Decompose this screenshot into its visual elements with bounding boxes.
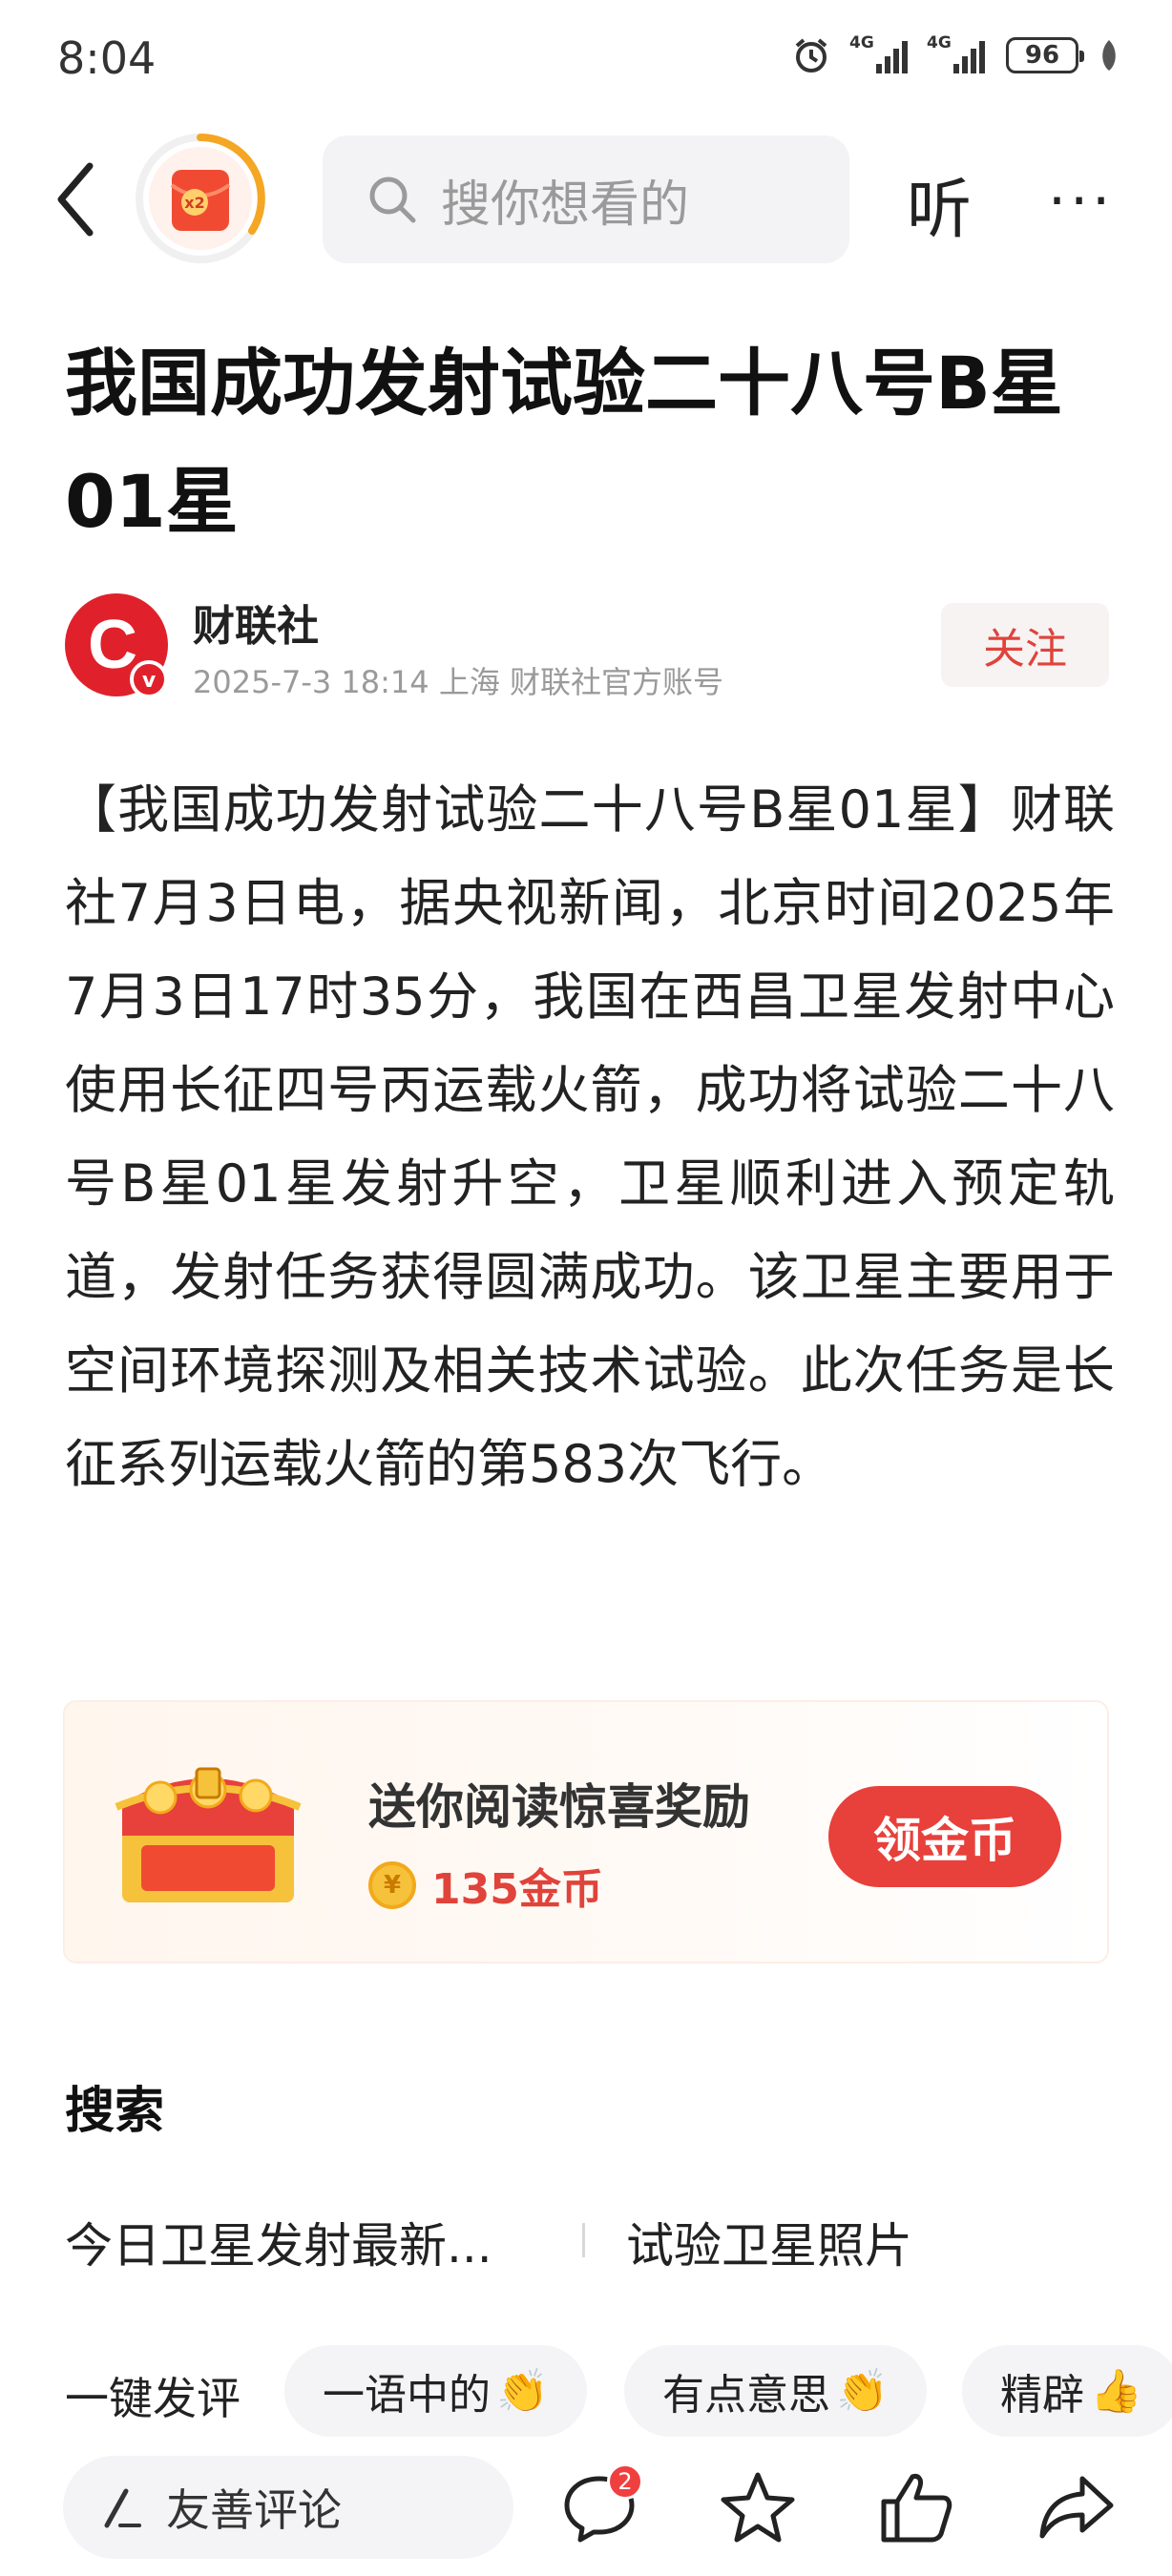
thumbs-up-icon: 👍 (1090, 2367, 1142, 2416)
search-suggestion[interactable]: 今日卫星发射最新... (65, 2208, 492, 2276)
like-icon[interactable] (876, 2467, 956, 2547)
battery-icon: 96 (1006, 37, 1084, 73)
more-button[interactable]: ··· (1048, 168, 1114, 235)
svg-text:C: C (88, 607, 137, 683)
status-bar: 8:04 4G 4G 96 (0, 0, 1172, 118)
listen-button[interactable]: 听 (907, 156, 972, 251)
coin-amount: 135金币 (431, 1865, 603, 1914)
status-time: 8:04 (57, 32, 157, 84)
search-bar[interactable]: 搜你想看的 (323, 135, 849, 263)
quick-comment-chip[interactable]: 有点意思 👏 (624, 2345, 927, 2437)
author-name[interactable]: 财联社 (193, 592, 319, 653)
signal-icon: 4G (849, 33, 908, 73)
reward-coins: ¥ 135金币 (368, 1855, 603, 1916)
reading-reward-card[interactable]: 送你阅读惊喜奖励 ¥ 135金币 领金币 (63, 1700, 1109, 1963)
reward-progress-icon[interactable]: x2 (134, 132, 267, 265)
nav-bar: x2 搜你想看的 听 ··· (0, 118, 1172, 280)
signal-icon: 4G (927, 33, 985, 73)
divider (582, 2223, 585, 2257)
star-icon[interactable] (718, 2467, 798, 2547)
coin-icon: ¥ (368, 1861, 416, 1909)
svg-text:v: v (142, 669, 157, 693)
share-icon[interactable] (1036, 2467, 1117, 2547)
article-meta: 2025-7-3 18:14 上海 财联社官方账号 (193, 664, 723, 700)
author-avatar[interactable]: C v (63, 592, 170, 698)
leaf-icon (1102, 40, 1116, 71)
search-section-title: 搜索 (65, 2083, 165, 2140)
follow-button[interactable]: 关注 (941, 603, 1109, 687)
comment-placeholder: 友善评论 (166, 2484, 342, 2536)
svg-text:x2: x2 (184, 194, 204, 212)
search-placeholder: 搜你想看的 (441, 176, 690, 234)
clap-icon: 👏 (836, 2367, 889, 2416)
article-title: 我国成功发射试验二十八号B星01星 (65, 341, 1063, 544)
back-arrow-icon[interactable] (50, 156, 107, 242)
clap-icon: 👏 (496, 2367, 549, 2416)
pen-icon (104, 2488, 141, 2528)
comment-count-badge: 2 (607, 2463, 643, 2500)
bottom-action-bar: 友善评论 2 (0, 2442, 1172, 2576)
comment-input[interactable]: 友善评论 (63, 2456, 513, 2559)
article-body: 【我国成功发射试验二十八号B星01星】财联社7月3日电，据央视新闻，北京时间20… (65, 779, 1115, 1494)
treasure-chest-icon (115, 1767, 302, 1902)
search-suggestion[interactable]: 试验卫星照片 (626, 2208, 912, 2276)
quick-comment-label: 一键发评 (65, 2373, 241, 2424)
quick-comment-row: 一键发评 一语中的 👏 有点意思 👏 精辟 👍 (0, 2345, 1172, 2441)
search-icon (369, 177, 416, 223)
quick-comment-chip[interactable]: 一语中的 👏 (284, 2345, 587, 2437)
reward-title: 送你阅读惊喜奖励 (368, 1779, 750, 1835)
claim-coins-button[interactable]: 领金币 (828, 1786, 1061, 1887)
status-icons: 4G 4G 96 (792, 33, 1119, 74)
quick-comment-chip[interactable]: 精辟 👍 (962, 2345, 1172, 2437)
alarm-icon (795, 38, 827, 73)
